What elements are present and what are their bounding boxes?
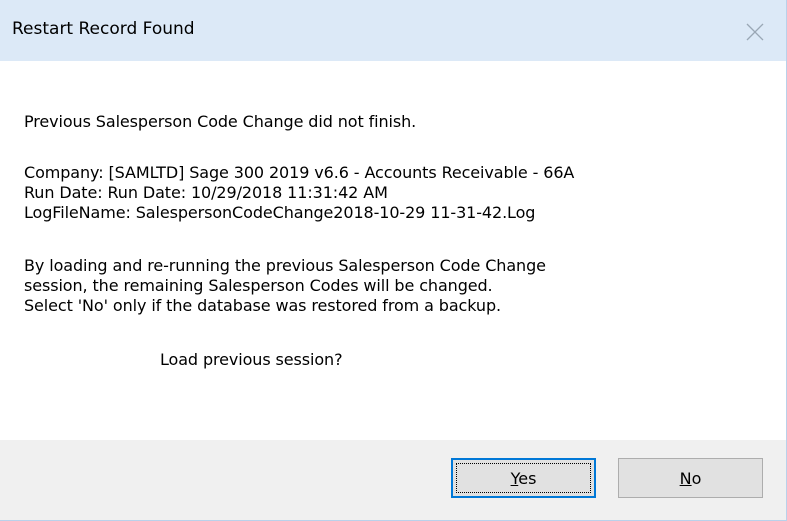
company-line: Company: [SAMLTD] Sage 300 2019 v6.6 - A… [24,163,575,182]
body-line-1: By loading and re-running the previous S… [24,256,546,275]
no-button[interactable]: No [618,458,763,498]
no-label-rest: o [691,468,702,488]
close-button[interactable] [726,0,786,61]
title-bar[interactable]: Restart Record Found [0,0,786,61]
log-file-line: LogFileName: SalespersonCodeChange2018-1… [24,203,536,222]
close-icon [746,23,764,41]
button-bar: Yes No [0,440,786,520]
window-title: Restart Record Found [12,19,195,39]
body-line-3: Select 'No' only if the database was res… [24,296,502,315]
message-area: Previous Salesperson Code Change did not… [0,61,786,440]
no-button-label: No [680,469,702,488]
no-mnemonic: N [679,468,692,488]
question-line: Load previous session? [160,350,343,369]
restart-record-dialog: Restart Record Found Previous Salesperso… [0,0,787,521]
focus-rectangle [456,463,591,493]
body-line-2: session, the remaining Salesperson Codes… [24,276,493,295]
yes-button[interactable]: Yes [451,458,596,498]
message-line-1: Previous Salesperson Code Change did not… [24,112,417,131]
run-date-line: Run Date: Run Date: 10/29/2018 11:31:42 … [24,183,388,202]
